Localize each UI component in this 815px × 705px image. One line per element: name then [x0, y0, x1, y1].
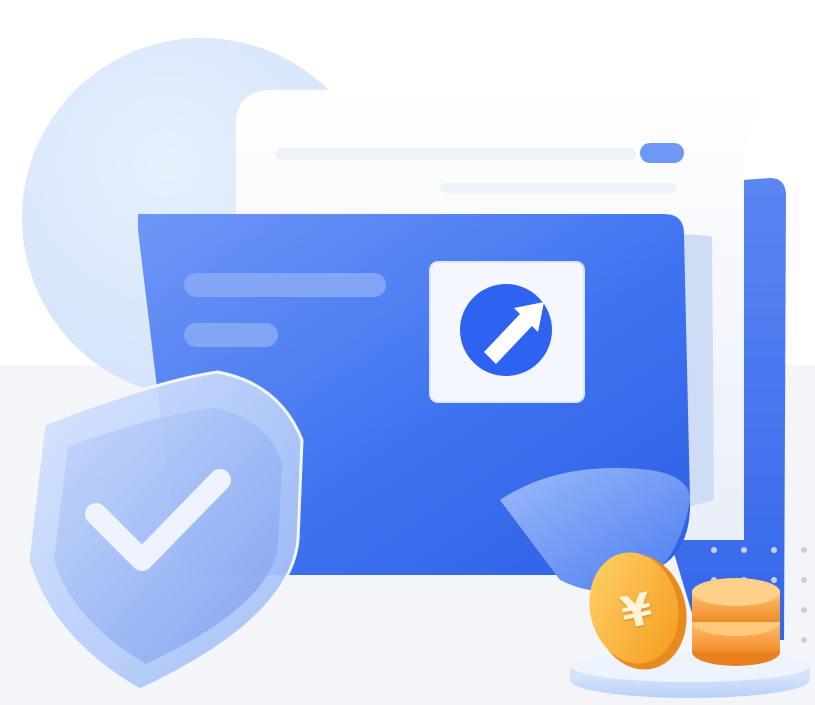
upload-badge — [429, 261, 585, 403]
illustration-scene: ¥ — [0, 0, 815, 705]
illustration-art — [26, 88, 810, 698]
shield-check-icon — [26, 370, 304, 692]
coin-stack — [692, 578, 780, 666]
